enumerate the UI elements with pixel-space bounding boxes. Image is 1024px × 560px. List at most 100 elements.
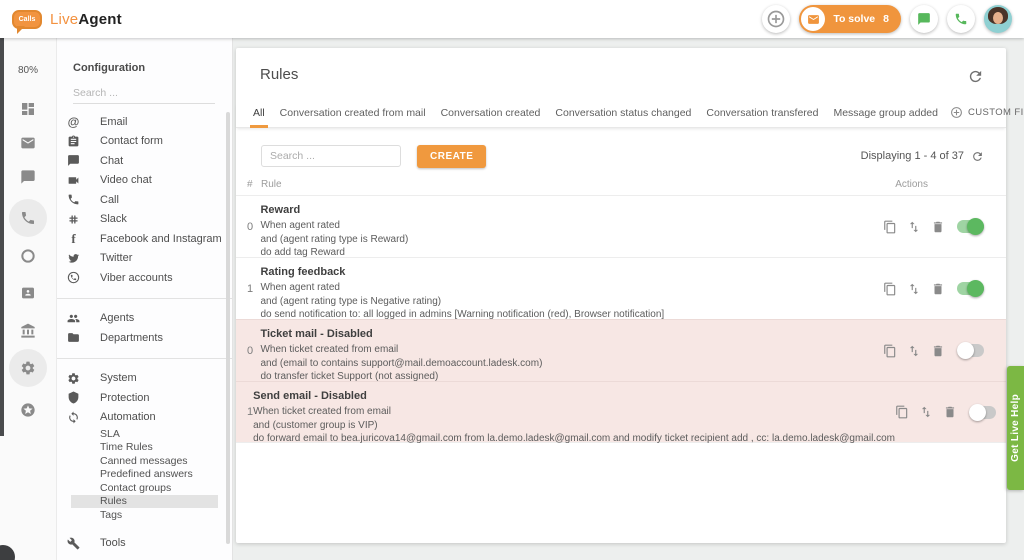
sidebar-item-label: Agents bbox=[100, 312, 134, 324]
tab-conversation-status-changed[interactable]: Conversation status changed bbox=[552, 107, 694, 127]
copy-rule-button[interactable] bbox=[883, 344, 897, 358]
column-rule: Rule bbox=[261, 179, 282, 190]
move-rule-button[interactable] bbox=[907, 220, 921, 234]
sidebar-item-contact-form[interactable]: Contact form bbox=[57, 132, 232, 152]
sidebar-item-video-chat[interactable]: Video chat bbox=[57, 171, 232, 191]
sidebar-subitem-sla[interactable]: SLA bbox=[57, 427, 232, 441]
user-avatar[interactable] bbox=[984, 5, 1012, 33]
rules-search-input[interactable] bbox=[261, 145, 401, 167]
sidebar-subitem-predefined-answers[interactable]: Predefined answers bbox=[57, 468, 232, 482]
rail-item-bank[interactable] bbox=[9, 312, 47, 350]
icon-rail: 80% bbox=[0, 38, 57, 560]
sidebar-item-label: Facebook and Instagram bbox=[100, 233, 222, 245]
sidebar-item-email[interactable]: @Email bbox=[57, 112, 232, 132]
rule-row-ticket-mail-disabled[interactable]: 0Ticket mail - DisabledWhen ticket creat… bbox=[236, 319, 1006, 381]
rail-item-donut[interactable] bbox=[9, 237, 47, 275]
sidebar-item-facebook-and-instagram[interactable]: fFacebook and Instagram bbox=[57, 229, 232, 249]
sidebar-subitem-time-rules[interactable]: Time Rules bbox=[57, 441, 232, 455]
sidebar-item-departments[interactable]: Departments bbox=[57, 328, 232, 348]
custom-filter-button[interactable]: CUSTOM FILTER bbox=[950, 106, 1024, 127]
delete-rule-button[interactable] bbox=[931, 220, 945, 234]
toggle-knob bbox=[967, 280, 984, 297]
sidebar-item-chat[interactable]: Chat bbox=[57, 151, 232, 171]
sidebar-item-viber-accounts[interactable]: Viber accounts bbox=[57, 268, 232, 288]
add-new-button[interactable] bbox=[762, 5, 790, 33]
sidebar-item-automation[interactable]: Automation bbox=[57, 408, 232, 428]
rail-item-star-circle[interactable] bbox=[9, 391, 47, 429]
call-button[interactable] bbox=[947, 5, 975, 33]
swap-icon bbox=[907, 344, 921, 358]
videocam-icon bbox=[66, 174, 81, 187]
rule-description: Rating feedbackWhen agent ratedand (agen… bbox=[260, 258, 883, 319]
delete-rule-button[interactable] bbox=[931, 344, 945, 358]
swap-icon bbox=[907, 282, 921, 296]
sidebar-subitem-tags[interactable]: Tags bbox=[57, 508, 232, 522]
get-live-help-button[interactable]: Get Live Help bbox=[1007, 366, 1024, 490]
sidebar-subitem-rules[interactable]: Rules bbox=[71, 495, 218, 509]
sidebar-item-system[interactable]: System bbox=[57, 369, 232, 389]
tab-message-group-added[interactable]: Message group added bbox=[830, 107, 941, 127]
chat-button[interactable] bbox=[910, 5, 938, 33]
sidebar-item-twitter[interactable]: Twitter bbox=[57, 249, 232, 269]
rule-enabled-toggle[interactable] bbox=[957, 220, 984, 233]
column-actions: Actions bbox=[895, 179, 928, 190]
rail-item-chat[interactable] bbox=[9, 158, 47, 196]
refresh-panel-button[interactable] bbox=[967, 68, 984, 85]
rule-row-send-email-disabled[interactable]: 1Send email - DisabledWhen ticket create… bbox=[236, 381, 1006, 443]
delete-rule-button[interactable] bbox=[931, 282, 945, 296]
copy-rule-button[interactable] bbox=[883, 220, 897, 234]
brand-text: LiveAgent bbox=[50, 11, 122, 28]
brand-agent: Agent bbox=[78, 11, 122, 28]
move-rule-button[interactable] bbox=[907, 282, 921, 296]
sidebar-subitem-label: Rules bbox=[100, 495, 127, 507]
tab-conversation-created[interactable]: Conversation created bbox=[438, 107, 544, 127]
calls-badge-icon: Calls bbox=[12, 10, 42, 29]
rail-item-contact-card[interactable] bbox=[9, 274, 47, 312]
tab-all[interactable]: All bbox=[250, 107, 268, 127]
sidebar-item-tools[interactable]: Tools bbox=[57, 534, 232, 554]
sidebar-item-label: Email bbox=[100, 116, 128, 128]
twitter-icon bbox=[66, 252, 81, 265]
sidebar-subitem-contact-groups[interactable]: Contact groups bbox=[57, 481, 232, 495]
rail-item-dashboard[interactable] bbox=[9, 90, 47, 128]
sidebar-item-call[interactable]: Call bbox=[57, 190, 232, 210]
assignment-icon bbox=[66, 135, 81, 148]
create-button[interactable]: CREATE bbox=[417, 145, 486, 168]
rule-row-reward[interactable]: 0RewardWhen agent ratedand (agent rating… bbox=[236, 195, 1006, 257]
rail-item-phone[interactable] bbox=[9, 199, 47, 237]
liveagent-logo[interactable]: Calls LiveAgent bbox=[12, 10, 122, 29]
rail-item-gear[interactable] bbox=[9, 349, 47, 387]
refresh-list-button[interactable] bbox=[971, 150, 984, 163]
move-rule-button[interactable] bbox=[919, 405, 933, 419]
sidebar-item-slack[interactable]: Slack bbox=[57, 210, 232, 230]
calls-badge-label: Calls bbox=[19, 16, 36, 23]
move-rule-button[interactable] bbox=[907, 344, 921, 358]
copy-rule-button[interactable] bbox=[883, 282, 897, 296]
sidebar-search-input[interactable] bbox=[73, 83, 215, 104]
rule-enabled-toggle[interactable] bbox=[969, 406, 996, 419]
sidebar-scrollbar[interactable] bbox=[226, 112, 230, 544]
chat-icon bbox=[66, 154, 81, 167]
tab-conversation-created-from-mail[interactable]: Conversation created from mail bbox=[277, 107, 429, 127]
people-icon bbox=[66, 312, 81, 325]
tab-conversation-transfered[interactable]: Conversation transfered bbox=[703, 107, 821, 127]
rail-item-mail[interactable] bbox=[9, 124, 47, 162]
custom-filter-label: CUSTOM FILTER bbox=[968, 107, 1024, 118]
rule-enabled-toggle[interactable] bbox=[957, 344, 984, 357]
sidebar-subitem-canned-messages[interactable]: Canned messages bbox=[57, 454, 232, 468]
swap-icon bbox=[907, 220, 921, 234]
rule-enabled-toggle[interactable] bbox=[957, 282, 984, 295]
rule-condition-line: and (email to contains support@mail.demo… bbox=[260, 357, 883, 371]
toggle-knob bbox=[957, 342, 974, 359]
phone-icon bbox=[954, 12, 968, 26]
sidebar-item-agents[interactable]: Agents bbox=[57, 309, 232, 329]
rule-actions bbox=[883, 258, 984, 319]
rule-condition-line: and (customer group is VIP) bbox=[253, 419, 895, 433]
rule-row-rating-feedback[interactable]: 1Rating feedbackWhen agent ratedand (age… bbox=[236, 257, 1006, 319]
delete-rule-button[interactable] bbox=[943, 405, 957, 419]
copy-rule-button[interactable] bbox=[895, 405, 909, 419]
usage-percent: 80% bbox=[0, 65, 56, 76]
rule-description: Ticket mail - DisabledWhen ticket create… bbox=[260, 320, 883, 381]
sidebar-item-protection[interactable]: Protection bbox=[57, 388, 232, 408]
to-solve-button[interactable]: To solve 8 bbox=[799, 5, 901, 33]
